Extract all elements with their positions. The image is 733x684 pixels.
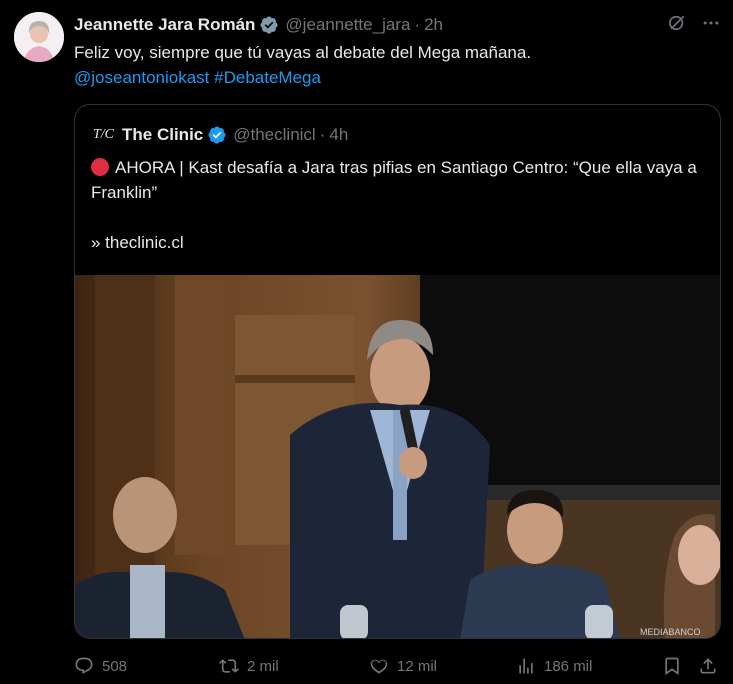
avatar[interactable] xyxy=(14,12,64,62)
reply-icon xyxy=(75,657,93,675)
share-icon xyxy=(700,658,716,674)
mention-link[interactable]: @joseantoniokast xyxy=(74,68,209,87)
repost-button[interactable]: 2 mil xyxy=(219,654,279,678)
quote-time[interactable]: 4h xyxy=(329,125,348,145)
like-count: 12 mil xyxy=(397,657,438,675)
views-icon xyxy=(519,658,533,674)
reply-button[interactable]: 508 xyxy=(74,654,127,678)
action-bar: 508 2 mil 12 mil 186 mil xyxy=(74,654,724,678)
share-button[interactable] xyxy=(698,654,718,678)
author-name[interactable]: Jeannette Jara Román xyxy=(74,15,255,35)
tweet-body: Feliz voy, siempre que tú vayas al debat… xyxy=(74,43,532,62)
repost-count: 2 mil xyxy=(247,657,279,675)
quote-author-name[interactable]: The Clinic xyxy=(122,125,203,145)
verified-badge-icon xyxy=(259,15,279,35)
like-icon xyxy=(370,659,388,674)
repost-icon xyxy=(219,659,239,673)
photo-watermark: MEDIABANCO xyxy=(640,627,701,637)
more-icon[interactable] xyxy=(701,13,721,38)
tweet-header: Jeannette Jara Román @jeannette_jara · 2… xyxy=(74,13,721,37)
quote-text: AHORA | Kast desafía a Jara tras pifias … xyxy=(91,155,711,205)
tweet-time[interactable]: 2h xyxy=(424,15,443,35)
reply-count: 508 xyxy=(102,657,128,675)
quote-header: T/C The Clinic @theclinicl · 4h xyxy=(93,125,348,145)
views-button[interactable]: 186 mil xyxy=(516,654,592,678)
bookmark-button[interactable] xyxy=(662,654,682,678)
tweet-text: Feliz voy, siempre que tú vayas al debat… xyxy=(74,40,714,90)
quote-photo[interactable]: MEDIABANCO xyxy=(75,275,720,638)
separator-dot: · xyxy=(319,125,326,144)
verified-badge-icon xyxy=(207,125,227,145)
views-count: 186 mil xyxy=(544,657,593,675)
quoted-tweet[interactable]: T/C The Clinic @theclinicl · 4h AHORA | … xyxy=(74,104,721,639)
grok-icon[interactable] xyxy=(667,13,687,38)
quote-link[interactable]: » theclinic.cl xyxy=(91,233,184,253)
quote-author-handle[interactable]: @theclinicl xyxy=(233,125,315,145)
theclinic-logo: T/C xyxy=(93,127,115,142)
author-handle[interactable]: @jeannette_jara xyxy=(285,15,410,35)
like-button[interactable]: 12 mil xyxy=(369,654,437,678)
tweet[interactable]: Jeannette Jara Román @jeannette_jara · 2… xyxy=(0,0,733,684)
separator-dot: · xyxy=(414,15,421,34)
hashtag-link[interactable]: #DebateMega xyxy=(214,68,321,87)
quote-body: AHORA | Kast desafía a Jara tras pifias … xyxy=(91,158,697,202)
bookmark-icon xyxy=(665,657,679,676)
red-circle-icon xyxy=(91,158,109,176)
